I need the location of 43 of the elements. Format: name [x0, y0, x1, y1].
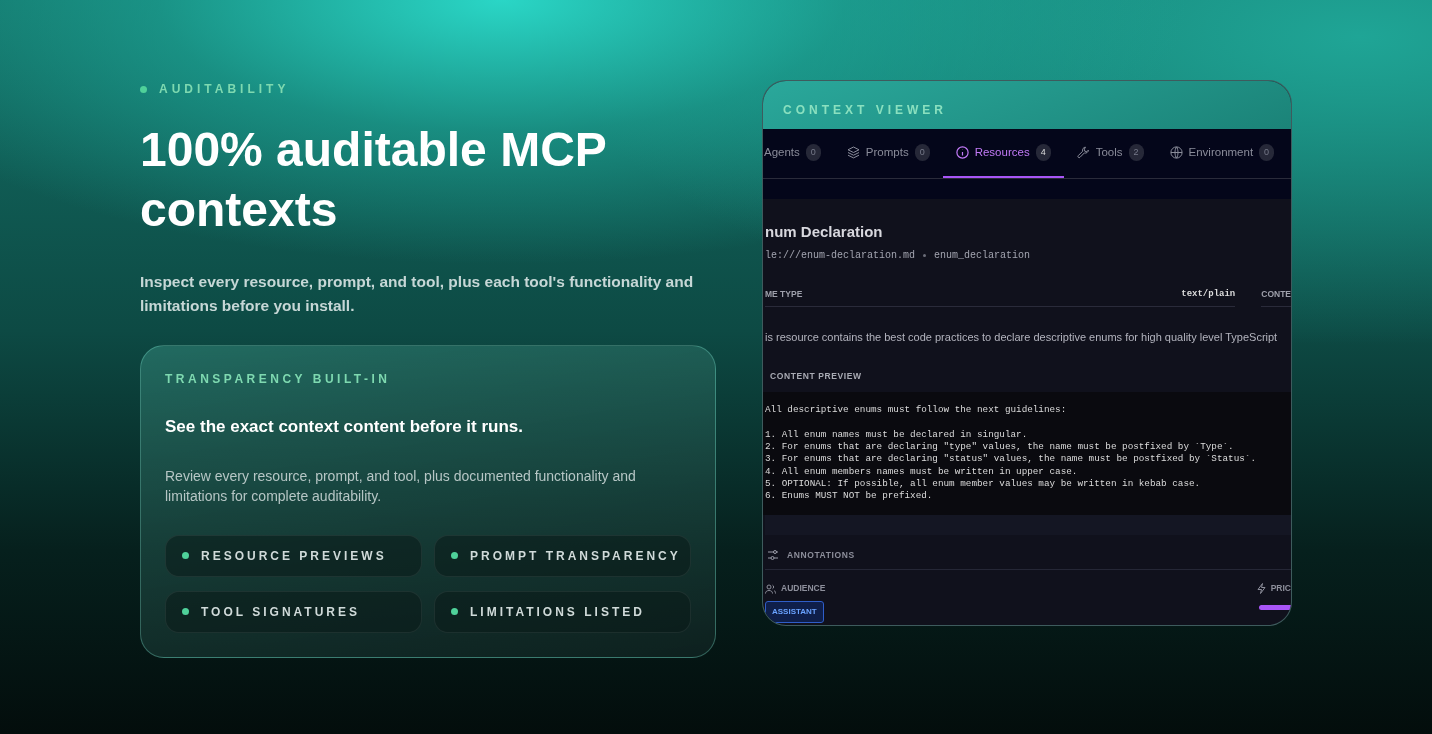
tab[interactable]: Agents 0 — [763, 129, 834, 178]
feature-chip: PROMPT TRANSPARENCY — [434, 534, 691, 577]
count-badge: 0 — [914, 143, 930, 162]
wrench-icon — [1076, 146, 1090, 159]
count-badge: 0 — [805, 143, 821, 162]
mime-type-value: text/plain — [1181, 287, 1236, 307]
audience-tag: ASSISTANT — [765, 601, 824, 624]
resource-uri: le:///enum-declaration.md — [765, 248, 916, 263]
info-icon — [955, 146, 969, 159]
section-label: AUDITABILITY — [159, 81, 290, 98]
count-badge: 2 — [1128, 143, 1144, 162]
feature-chip: RESOURCE PREVIEWS — [165, 534, 422, 577]
field-label: AUDIENCE — [781, 582, 826, 596]
feature-chip: LIMITATIONS LISTED — [434, 590, 691, 633]
section-label: ANNOTATIONS — [787, 548, 855, 562]
resource-name: enum_declaration — [934, 248, 1031, 263]
bullet-dot — [140, 85, 147, 93]
card-title: See the exact context content before it runs. — [165, 416, 525, 438]
resource-description: is resource contains the best code practices to declare descriptive enums for high quality level TypeScript — [765, 330, 1279, 345]
feature-chip: TOOL SIGNATURES — [165, 590, 422, 633]
panel-title: CONTEXT VIEWER — [783, 102, 948, 119]
field-label: ME TYPE — [765, 288, 803, 299]
separator-dot — [923, 253, 927, 257]
count-badge: 4 — [1035, 143, 1051, 162]
section-label: CONTENT PREVIEW — [770, 369, 863, 383]
bolt-icon — [1256, 583, 1266, 595]
code-preview: All descriptive enums must follow the next guidelines: 1. All enum names must be declared in singular. 2. For enums that are declaring "type" values, the name must be postfixed by `Type`. 3. For enums that are declaring "status" values, the name must be postfixed by `Status`. 4. All enum members names must be written in upper case. 5. OPTIONAL: If possible, all enum member values may be written in kebab case. 6. Enums MUST NOT be prefixed. — [763, 392, 1291, 515]
field-label: PRIC — [1270, 582, 1291, 596]
tab[interactable]: Tools 2 — [1063, 129, 1157, 178]
card-description: Review every resource, prompt, and tool, plus documented functionality and limitations for complete auditability. — [165, 466, 637, 506]
card-label: TRANSPARENCY BUILT-IN — [165, 371, 392, 388]
tab[interactable]: Environment 0 — [1156, 129, 1288, 178]
sliders-icon — [767, 549, 779, 561]
users-icon — [765, 583, 776, 594]
field-label: CONTE — [1261, 287, 1291, 307]
layers-icon — [846, 146, 860, 159]
count-badge: 0 — [1259, 143, 1275, 162]
headline: 100% auditable MCP contexts — [140, 122, 607, 238]
priority-bar — [1259, 605, 1291, 611]
resource-title: num Declaration — [765, 222, 884, 242]
subtitle: Inspect every resource, prompt, and tool, plus each tool's functionality and limitations before you install. — [140, 272, 695, 316]
tab[interactable]: Prompts 0 — [833, 129, 943, 178]
globe-icon — [1169, 146, 1183, 159]
